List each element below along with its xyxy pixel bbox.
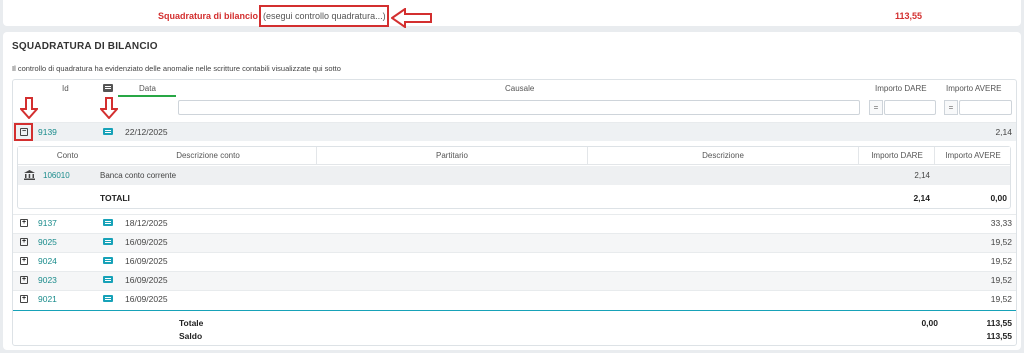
saldo-avere: 113,55 <box>986 331 1012 341</box>
divider <box>858 147 859 165</box>
expand-icon[interactable]: + <box>20 238 28 246</box>
detail-conto[interactable]: 106010 <box>43 171 70 180</box>
column-header-causale[interactable]: Causale <box>505 84 534 93</box>
detail-header-avere: Importo AVERE <box>945 151 1001 160</box>
detail-header-descrizione: Descrizione <box>702 151 744 160</box>
detail-header-partitario: Partitario <box>435 151 468 160</box>
detail-totals-dare: 2,14 <box>913 193 930 203</box>
row-id[interactable]: 9137 <box>38 218 57 228</box>
section-description: Il controllo di quadratura ha evidenziat… <box>12 64 341 73</box>
saldo-label: Saldo <box>179 331 203 341</box>
bank-icon <box>24 170 35 180</box>
squadratura-label: Squadratura di bilancio <box>158 11 259 21</box>
squadratura-amount: 113,55 <box>894 11 922 21</box>
row-id[interactable]: 9025 <box>38 237 57 247</box>
expand-icon[interactable]: + <box>20 295 28 303</box>
row-date: 16/09/2025 <box>125 275 168 285</box>
row-date: 22/12/2025 <box>125 127 168 137</box>
row-avere: 19,52 <box>990 256 1012 266</box>
expand-icon[interactable]: + <box>20 276 28 284</box>
divider <box>587 147 588 165</box>
row-id[interactable]: 9024 <box>38 256 57 266</box>
row-date: 16/09/2025 <box>125 256 168 266</box>
avere-filter-input[interactable] <box>959 100 1012 115</box>
row-date: 16/09/2025 <box>125 294 168 304</box>
totale-avere: 113,55 <box>986 318 1012 328</box>
column-header-id[interactable]: Id <box>62 84 69 93</box>
annotation-arrow-left-icon <box>391 8 432 28</box>
document-icon[interactable] <box>103 257 113 264</box>
dare-operator[interactable]: = <box>869 100 883 115</box>
document-icon[interactable] <box>103 219 113 226</box>
summary-card <box>3 0 1021 26</box>
row-id[interactable]: 9021 <box>38 294 57 304</box>
row-id[interactable]: 9139 <box>38 127 57 137</box>
column-header-data[interactable]: Data <box>139 84 156 93</box>
row-avere: 19,52 <box>990 237 1012 247</box>
avere-operator[interactable]: = <box>944 100 958 115</box>
detail-totals-avere: 0,00 <box>990 193 1007 203</box>
document-icon[interactable] <box>103 276 113 283</box>
collapse-icon[interactable]: − <box>20 128 28 136</box>
expand-icon[interactable]: + <box>20 219 28 227</box>
section-title: SQUADRATURA DI BILANCIO <box>12 41 158 52</box>
column-header-avere[interactable]: Importo AVERE <box>946 84 1001 93</box>
totale-label: Totale <box>179 318 204 328</box>
row-avere: 33,33 <box>990 218 1012 228</box>
row-id[interactable]: 9023 <box>38 275 57 285</box>
document-icon[interactable] <box>103 238 113 245</box>
run-check-link[interactable]: (esegui controllo quadratura...) <box>263 11 386 21</box>
row-avere: 19,52 <box>990 275 1012 285</box>
row-avere: 19,52 <box>990 294 1012 304</box>
row-date: 16/09/2025 <box>125 237 168 247</box>
sort-indicator <box>118 95 176 97</box>
annotation-arrow-down-icon <box>100 97 118 119</box>
detail-header-dare: Importo DARE <box>871 151 923 160</box>
totale-dare: 0,00 <box>921 318 938 328</box>
causale-filter-input[interactable] <box>178 100 860 115</box>
dare-filter-input[interactable] <box>884 100 936 115</box>
footer-divider <box>13 310 1016 311</box>
divider <box>934 147 935 165</box>
column-header-dare[interactable]: Importo DARE <box>875 84 927 93</box>
row-avere: 2,14 <box>995 127 1012 137</box>
list-icon <box>103 84 113 92</box>
row-date: 18/12/2025 <box>125 218 168 228</box>
document-icon[interactable] <box>103 128 113 135</box>
document-icon[interactable] <box>103 295 113 302</box>
expand-icon[interactable]: + <box>20 257 28 265</box>
detail-header-conto: Conto <box>56 151 79 160</box>
detail-totals-label: TOTALI <box>100 193 130 203</box>
detail-descr-conto: Banca conto corrente <box>100 171 177 180</box>
annotation-arrow-down-icon <box>20 97 38 119</box>
detail-dare: 2,14 <box>914 171 930 180</box>
divider <box>316 147 317 165</box>
detail-header-descr-conto: Descrizione conto <box>176 151 240 160</box>
